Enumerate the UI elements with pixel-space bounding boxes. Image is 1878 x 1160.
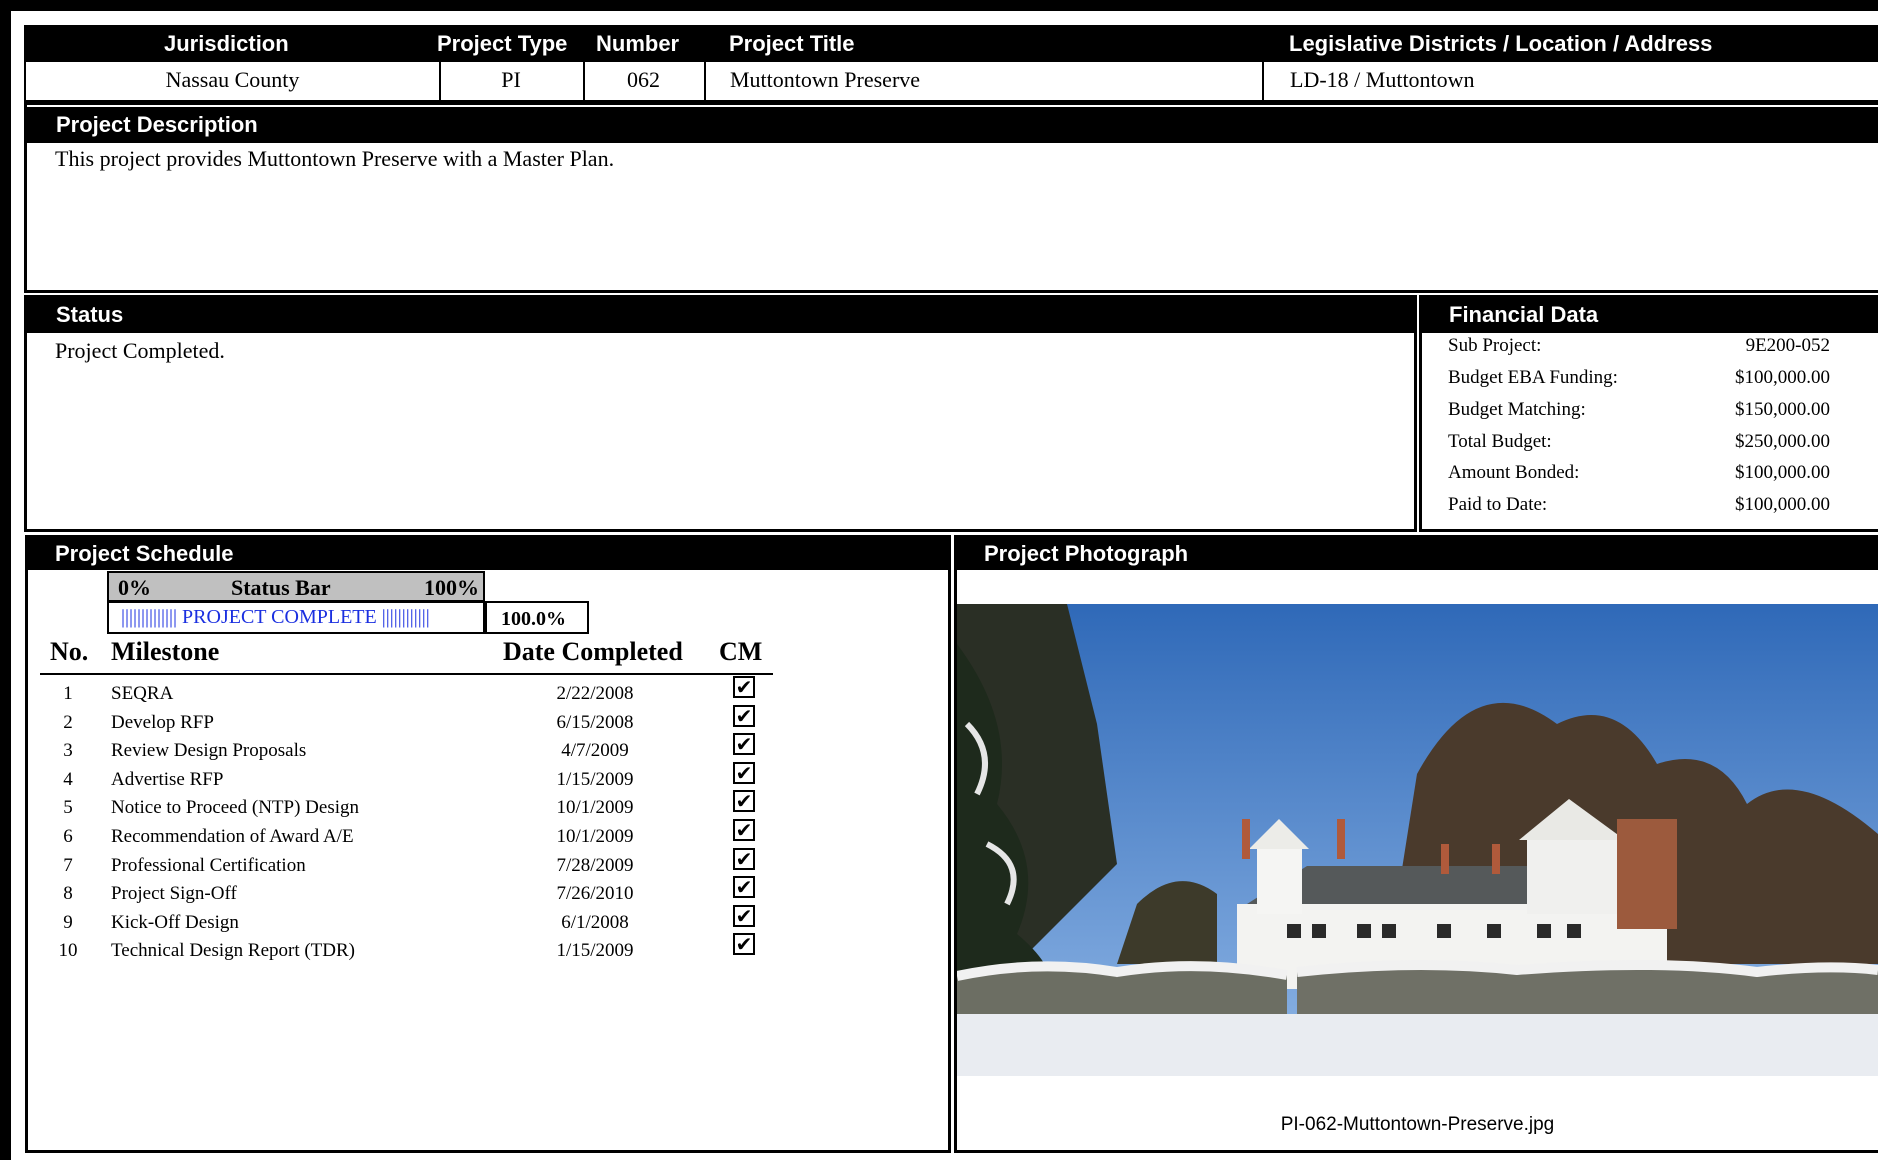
milestone-name: Project Sign-Off [111, 883, 237, 904]
milestone-col-cm: CM [719, 637, 763, 666]
milestone-date: 1/15/2009 [556, 940, 634, 961]
financial-label: Budget Matching: [1448, 399, 1586, 420]
financial-value: $150,000.00 [1735, 399, 1830, 420]
number-value: 062 [583, 62, 706, 100]
financial-row: Budget Matching: $150,000.00 [1448, 399, 1863, 431]
col-project-title: Project Title [729, 31, 855, 56]
milestone-no: 8 [63, 883, 73, 904]
milestone-no: 10 [58, 940, 78, 961]
milestone-no: 9 [63, 912, 73, 933]
milestone-name: Technical Design Report (TDR) [111, 940, 356, 961]
milestone-no: 3 [63, 740, 73, 761]
milestone-date: 2/22/2008 [556, 683, 634, 704]
financial-label: Amount Bonded: [1448, 462, 1580, 483]
milestone-cm-checkbox[interactable]: ✔ [733, 876, 755, 898]
financial-row: Total Budget: $250,000.00 [1448, 431, 1863, 463]
milestone-name: Recommendation of Award A/E [111, 826, 354, 847]
status-bar-label: Status Bar [231, 575, 331, 600]
project-type-value: PI [439, 62, 585, 100]
milestone-no: 7 [63, 855, 73, 876]
financial-label: Total Budget: [1448, 431, 1552, 452]
status-progress-bar: |||||||||||||| PROJECT COMPLETE ||||||||… [107, 601, 485, 634]
col-project-type: Project Type [437, 31, 568, 56]
project-title-value: Muttontown Preserve [704, 62, 1264, 100]
milestone-no: 5 [63, 797, 73, 818]
milestone-name: Kick-Off Design [111, 912, 239, 933]
description-text: This project provides Muttontown Preserv… [55, 146, 615, 171]
status-title: Status [56, 302, 124, 327]
milestone-cm-checkbox[interactable]: ✔ [733, 790, 755, 812]
milestone-col-date: Date Completed [503, 637, 683, 666]
photo-title-bar: Project Photograph [957, 538, 1878, 570]
milestone-no: 1 [63, 683, 73, 704]
milestone-col-no: No. [50, 637, 89, 666]
milestone-name: Develop RFP [111, 712, 214, 733]
photo-caption: PI-062-Muttontown-Preserve.jpg [1280, 1114, 1555, 1135]
milestone-cm-checkbox[interactable]: ✔ [733, 705, 755, 727]
milestone-date: 10/1/2009 [556, 797, 634, 818]
milestone-no: 2 [63, 712, 73, 733]
milestone-date: 6/1/2008 [561, 912, 629, 933]
milestone-name: Professional Certification [111, 855, 306, 876]
milestone-date: 7/26/2010 [556, 883, 634, 904]
status-percent-box: 100.0% [485, 601, 589, 634]
milestone-cm-checkbox[interactable]: ✔ [733, 819, 755, 841]
financial-value: $100,000.00 [1735, 494, 1830, 515]
milestone-name: Advertise RFP [111, 769, 224, 790]
financial-label: Budget EBA Funding: [1448, 367, 1618, 388]
financial-value: $250,000.00 [1735, 431, 1830, 452]
status-progress-fill: |||||||||||||| PROJECT COMPLETE ||||||||… [109, 603, 483, 632]
milestone-cm-checkbox[interactable]: ✔ [733, 905, 755, 927]
schedule-title: Project Schedule [55, 541, 234, 566]
status-bar-max: 100% [424, 575, 479, 600]
header-bar: Jurisdiction Project Type Number Project… [24, 25, 1878, 62]
milestone-name: Notice to Proceed (NTP) Design [111, 797, 359, 818]
milestone-date: 10/1/2009 [556, 826, 634, 847]
milestone-no: 4 [63, 769, 73, 790]
financial-label: Paid to Date: [1448, 494, 1548, 515]
photo-title: Project Photograph [984, 541, 1189, 566]
col-jurisdiction: Jurisdiction [164, 31, 289, 56]
col-location: Legislative Districts / Location / Addre… [1289, 31, 1713, 56]
financial-value: $100,000.00 [1735, 367, 1830, 388]
milestone-name: SEQRA [111, 683, 174, 704]
milestone-cm-checkbox[interactable]: ✔ [733, 676, 755, 698]
status-bar-header: 0% Status Bar 100% [107, 571, 485, 602]
milestone-no: 6 [63, 826, 73, 847]
description-title-bar: Project Description [27, 107, 1878, 143]
financial-row: Amount Bonded: $100,000.00 [1448, 462, 1863, 494]
financial-value: $100,000.00 [1735, 462, 1830, 483]
col-number: Number [596, 31, 680, 56]
financial-title-bar: Financial Data [1422, 298, 1878, 333]
description-title: Project Description [56, 112, 258, 137]
milestone-date: 1/15/2009 [556, 769, 634, 790]
status-text: Project Completed. [55, 338, 225, 363]
financial-row: Sub Project: 9E200-052 [1448, 335, 1863, 367]
milestone-cm-checkbox[interactable]: ✔ [733, 848, 755, 870]
financial-label: Sub Project: [1448, 335, 1542, 356]
jurisdiction-value: Nassau County [26, 62, 441, 100]
milestone-cm-checkbox[interactable]: ✔ [733, 762, 755, 784]
milestone-date: 4/7/2009 [561, 740, 629, 761]
schedule-title-bar: Project Schedule [28, 538, 948, 570]
financial-row: Paid to Date: $100,000.00 [1448, 494, 1863, 526]
milestone-name: Review Design Proposals [111, 740, 307, 761]
financial-value: 9E200-052 [1745, 335, 1830, 356]
milestone-cm-checkbox[interactable]: ✔ [733, 733, 755, 755]
location-value: LD-18 / Muttontown [1290, 67, 1475, 92]
status-percent: 100.0% [501, 608, 566, 630]
header-values-row: Nassau County PI 062 Muttontown Preserve… [24, 62, 1878, 102]
status-bar-min: 0% [118, 575, 151, 600]
milestone-date: 6/15/2008 [556, 712, 634, 733]
status-progress-text: |||||||||||||| PROJECT COMPLETE ||||||||… [121, 606, 430, 628]
financial-title: Financial Data [1449, 302, 1599, 327]
status-title-bar: Status [27, 298, 1414, 333]
financial-row: Budget EBA Funding: $100,000.00 [1448, 367, 1863, 399]
project-photo [957, 604, 1878, 1076]
milestone-date: 7/28/2009 [556, 855, 634, 876]
milestone-col-name: Milestone [111, 637, 220, 666]
milestone-header-rule [40, 673, 773, 675]
milestone-cm-checkbox[interactable]: ✔ [733, 933, 755, 955]
